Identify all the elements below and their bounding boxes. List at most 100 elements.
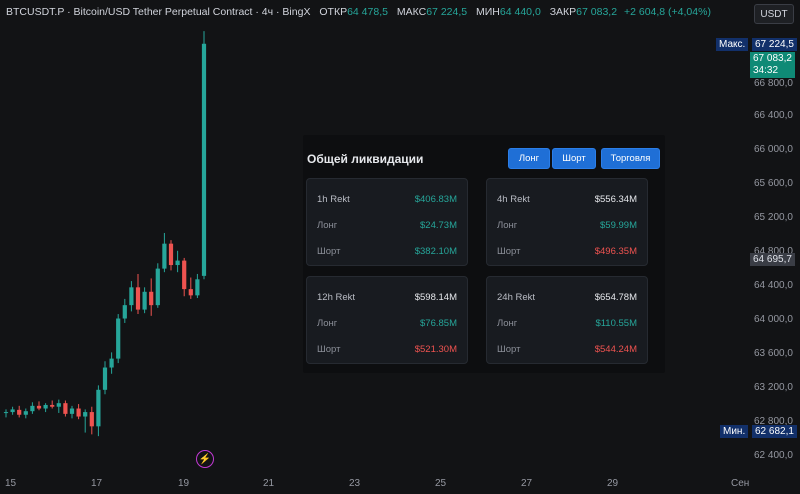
last-price-tag: 67 083,2 34:32 bbox=[750, 52, 795, 78]
open-value: 64 478,5 bbox=[347, 6, 388, 18]
price-tick: 65 600,0 bbox=[754, 178, 793, 189]
short-label: Шорт bbox=[317, 344, 341, 355]
last-price-value: 67 083,2 bbox=[753, 53, 792, 64]
crosshair-price-tag: 64 695,7 bbox=[750, 253, 795, 266]
time-axis[interactable]: 15 17 19 21 23 25 27 29 Сен bbox=[0, 470, 800, 494]
rekt-card-24h: 24h Rekt $654.78M Лонг $110.55M Шорт $544.2… bbox=[486, 276, 648, 364]
long-label: Лонг bbox=[497, 220, 518, 231]
time-label: 23 bbox=[349, 478, 361, 489]
candle-countdown: 34:32 bbox=[753, 65, 779, 76]
close-value: 67 083,2 bbox=[576, 6, 618, 18]
long-label: Лонг bbox=[317, 220, 338, 231]
short-label: Шорт bbox=[497, 246, 521, 257]
candle-up bbox=[142, 291, 147, 310]
max-price-tag: 67 224,5 bbox=[752, 38, 797, 51]
candle-up bbox=[23, 411, 28, 415]
candle-down bbox=[149, 291, 154, 306]
price-tick: 64 400,0 bbox=[754, 280, 793, 291]
open-label: ОТКР bbox=[319, 6, 348, 18]
liquidation-panel: Общей ликвидации Лонг Шорт Торговля 1h R… bbox=[303, 135, 665, 373]
long-button[interactable]: Лонг bbox=[508, 148, 550, 169]
high-label: МАКС bbox=[396, 6, 427, 18]
card-total: $556.34M bbox=[594, 194, 637, 205]
candle-up bbox=[109, 358, 114, 368]
min-price-label: Мин. bbox=[720, 425, 749, 438]
candle-down bbox=[168, 243, 174, 266]
candle-up bbox=[96, 389, 101, 427]
card-total: $598.14M bbox=[414, 292, 457, 303]
candle-down bbox=[182, 260, 187, 290]
price-axis[interactable]: 66 800,0 66 400,0 66 000,0 65 600,0 65 2… bbox=[746, 0, 800, 470]
symbol-header: BTCUSDT.P · Bitcoin/USD Tether Perpetual… bbox=[6, 6, 711, 18]
price-tick: 65 200,0 bbox=[754, 212, 793, 223]
price-tick: 66 400,0 bbox=[754, 110, 793, 121]
time-label: 15 bbox=[5, 478, 17, 489]
candle-up bbox=[10, 409, 15, 413]
card-period: 12h Rekt bbox=[317, 292, 356, 303]
card-period: 24h Rekt bbox=[497, 292, 536, 303]
change-value: +2 604,8 (+4,04%) bbox=[623, 6, 711, 18]
lightning-bolt-icon[interactable]: ⚡ bbox=[196, 450, 214, 468]
candle-up bbox=[43, 404, 48, 409]
price-tick: 66 000,0 bbox=[754, 144, 793, 155]
rekt-card-1h: 1h Rekt $406.83M Лонг $24.73M Шорт $382.10M bbox=[306, 178, 468, 266]
long-value: $110.55M bbox=[595, 318, 637, 329]
candle-down bbox=[135, 287, 141, 310]
time-label: 17 bbox=[91, 478, 103, 489]
candle-down bbox=[17, 409, 22, 415]
symbol-line: BTCUSDT.P · Bitcoin/USD Tether Perpetual… bbox=[6, 6, 311, 18]
panel-title: Общей ликвидации bbox=[307, 152, 424, 166]
min-price-tag: 62 682,1 bbox=[752, 425, 797, 438]
card-total: $654.78M bbox=[594, 292, 637, 303]
short-value: $496.35M bbox=[594, 246, 637, 257]
long-label: Лонг bbox=[497, 318, 518, 329]
candle-up bbox=[201, 43, 207, 276]
time-label: Сен bbox=[731, 478, 750, 489]
trade-button[interactable]: Торговля bbox=[601, 148, 660, 169]
candle-up bbox=[162, 243, 167, 269]
close-label: ЗАКР bbox=[549, 6, 577, 18]
candle-up bbox=[122, 305, 127, 319]
candle-down bbox=[89, 412, 94, 427]
candle-down bbox=[63, 403, 68, 414]
price-tick: 63 600,0 bbox=[754, 348, 793, 359]
candle-down bbox=[50, 404, 55, 407]
candle-up bbox=[195, 279, 200, 296]
max-price-value: 67 224,5 bbox=[755, 39, 794, 50]
candle-up bbox=[56, 403, 61, 407]
min-price-value: 62 682,1 bbox=[755, 426, 794, 437]
short-label: Шорт bbox=[497, 344, 521, 355]
long-value: $24.73M bbox=[420, 220, 457, 231]
price-tick: 66 800,0 bbox=[754, 78, 793, 89]
short-label: Шорт bbox=[317, 246, 341, 257]
candle-up bbox=[3, 412, 9, 414]
price-tick: 62 400,0 bbox=[754, 450, 793, 461]
price-tick: 64 000,0 bbox=[754, 314, 793, 325]
candle-up bbox=[102, 367, 108, 390]
long-label: Лонг bbox=[317, 318, 338, 329]
rekt-card-4h: 4h Rekt $556.34M Лонг $59.99M Шорт $496.35M bbox=[486, 178, 648, 266]
short-value: $382.10M bbox=[414, 246, 457, 257]
candle-up bbox=[69, 408, 75, 414]
candle-up bbox=[129, 287, 134, 306]
candle-up bbox=[155, 268, 160, 306]
candle-down bbox=[76, 408, 81, 417]
short-value: $544.24M bbox=[594, 344, 637, 355]
candle-up bbox=[30, 405, 35, 412]
rekt-card-12h: 12h Rekt $598.14M Лонг $76.85M Шорт $521.30… bbox=[306, 276, 468, 364]
short-button[interactable]: Шорт bbox=[552, 148, 596, 169]
short-value: $521.30M bbox=[414, 344, 457, 355]
low-value: 64 440,0 bbox=[499, 6, 541, 18]
card-total: $406.83M bbox=[414, 194, 457, 205]
high-value: 67 224,5 bbox=[426, 6, 468, 18]
max-price-label: Макс. bbox=[716, 38, 749, 51]
candle-up bbox=[116, 318, 121, 359]
card-period: 1h Rekt bbox=[317, 194, 350, 205]
candle-down bbox=[188, 289, 193, 296]
time-label: 19 bbox=[178, 478, 190, 489]
candle-up bbox=[175, 260, 180, 266]
long-value: $59.99M bbox=[600, 220, 637, 231]
time-label: 29 bbox=[607, 478, 619, 489]
time-label: 25 bbox=[435, 478, 447, 489]
candle-up bbox=[83, 412, 88, 417]
